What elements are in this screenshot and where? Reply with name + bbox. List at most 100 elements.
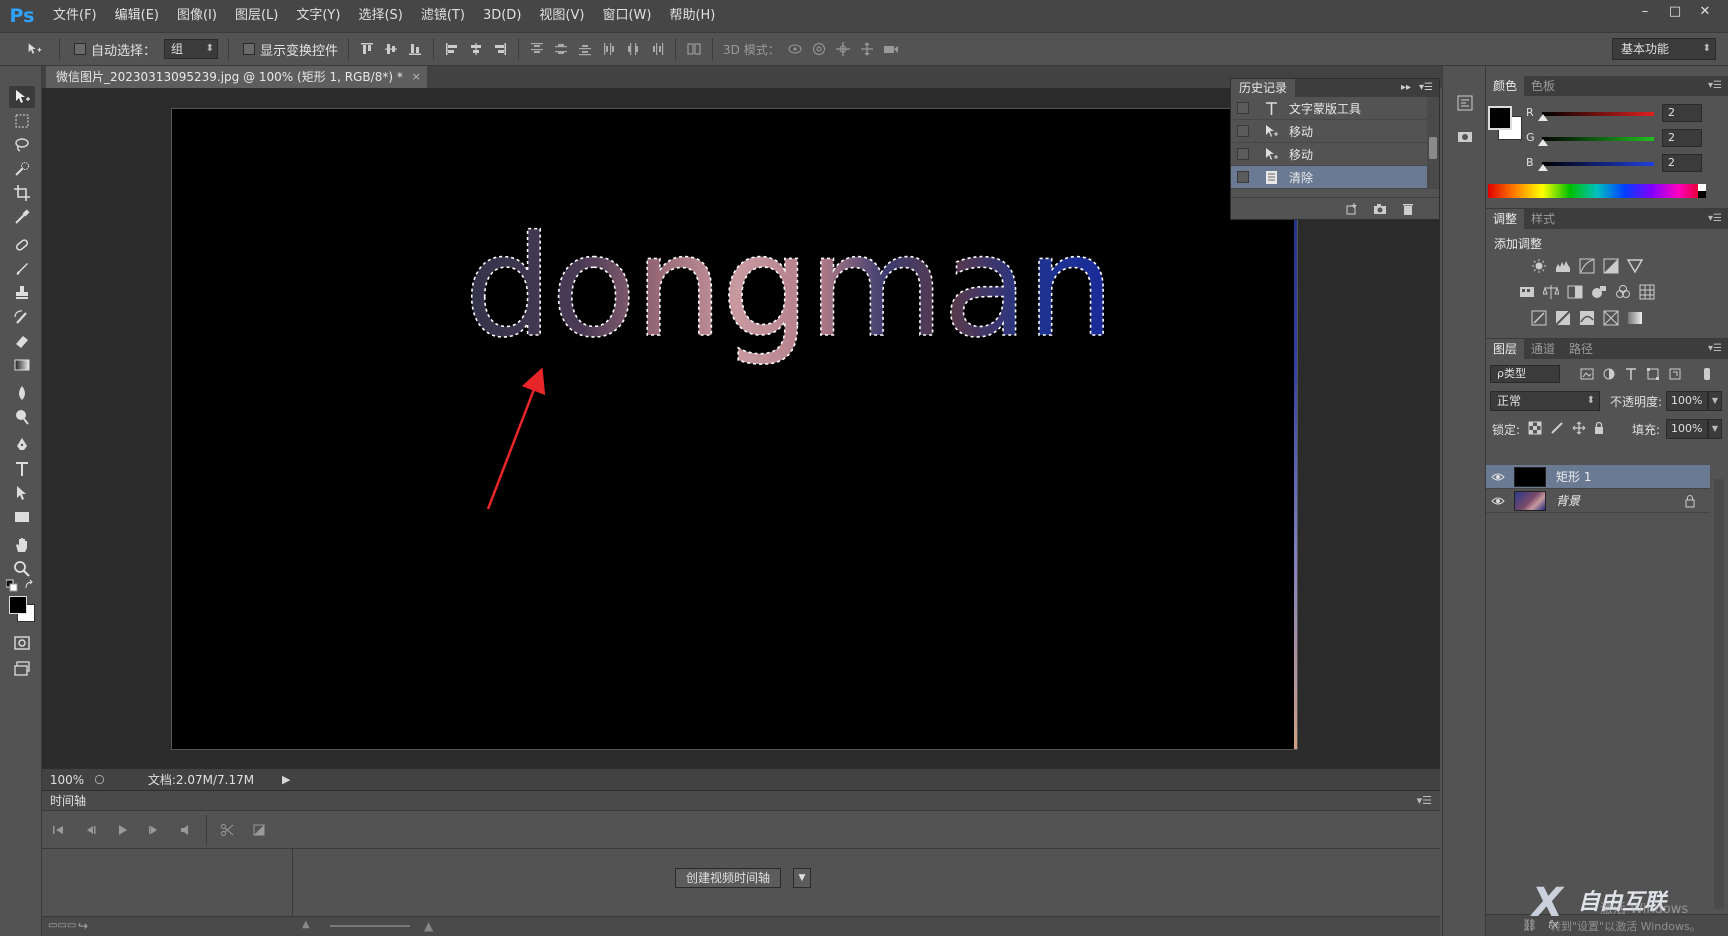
foreground-color-swatch[interactable] <box>9 596 27 614</box>
show-transform-checkbox[interactable] <box>243 43 256 55</box>
auto-select-checkbox[interactable] <box>74 43 86 55</box>
eraser-tool-icon[interactable] <box>9 330 35 352</box>
history-item[interactable]: 移动 <box>1231 143 1439 166</box>
move-tool-preset-icon[interactable] <box>20 40 50 58</box>
exposure-icon[interactable] <box>1602 257 1620 275</box>
go-to-first-frame-icon[interactable] <box>42 815 74 845</box>
tab-channels[interactable]: 通道 <box>1524 339 1562 359</box>
document-canvas[interactable]: dongman <box>171 108 1298 750</box>
history-menu-icon[interactable]: ▾☰ <box>1419 79 1433 97</box>
history-item-selected[interactable]: 清除 <box>1231 166 1439 189</box>
status-menu-arrow-icon[interactable]: ▶ <box>282 773 290 786</box>
clone-stamp-tool-icon[interactable] <box>9 282 35 304</box>
tab-swatches[interactable]: 色板 <box>1524 76 1562 96</box>
document-close-icon[interactable]: × <box>412 66 421 88</box>
pen-tool-icon[interactable] <box>9 434 35 456</box>
dodge-tool-icon[interactable] <box>9 406 35 428</box>
menu-filter[interactable]: 滤镜(T) <box>412 0 474 32</box>
history-scrollbar[interactable] <box>1427 97 1439 189</box>
tab-paths[interactable]: 路径 <box>1562 339 1600 359</box>
type-tool-icon[interactable] <box>9 458 35 480</box>
color-lookup-icon[interactable] <box>1638 283 1656 301</box>
b-value-field[interactable]: 2 <box>1662 154 1702 172</box>
r-channel-slider[interactable]: R 2 <box>1526 104 1726 124</box>
photo-filter-icon[interactable] <box>1590 283 1608 301</box>
close-window-button[interactable]: ✕ <box>1690 0 1720 22</box>
menu-image[interactable]: 图像(I) <box>168 0 226 32</box>
filter-adjustment-icon[interactable] <box>1600 365 1618 383</box>
maximize-button[interactable]: □ <box>1660 0 1690 22</box>
align-right-icon[interactable] <box>491 40 509 58</box>
frames-mode-icon[interactable]: ▭▭▭ <box>48 920 76 931</box>
marquee-tool-icon[interactable] <box>9 110 35 132</box>
posterize-icon[interactable] <box>1554 309 1572 327</box>
document-size-info[interactable]: 文档:2.07M/7.17M <box>126 771 276 788</box>
align-bottom-icon[interactable] <box>406 40 424 58</box>
3d-pan-icon[interactable] <box>834 40 852 58</box>
history-snapshot-checkbox[interactable] <box>1237 102 1249 114</box>
move-tool-icon[interactable] <box>9 86 35 108</box>
quick-mask-icon[interactable] <box>9 632 35 654</box>
collapse-panel-icon[interactable]: ▸▸ <box>1401 79 1411 97</box>
fill-dropdown-icon[interactable]: ▼ <box>1708 419 1722 439</box>
tab-styles[interactable]: 样式 <box>1524 209 1562 229</box>
quick-selection-tool-icon[interactable] <box>9 158 35 180</box>
layer-row-background[interactable]: 背景 <box>1486 489 1710 513</box>
align-vcenter-icon[interactable] <box>382 40 400 58</box>
tab-color[interactable]: 颜色 <box>1486 76 1525 96</box>
distribute-vcenter-icon[interactable] <box>552 40 570 58</box>
menu-layer[interactable]: 图层(L) <box>226 0 287 32</box>
history-tab[interactable]: 历史记录 <box>1231 79 1296 97</box>
align-hcenter-icon[interactable] <box>467 40 485 58</box>
g-slider-track[interactable] <box>1542 137 1654 141</box>
auto-align-icon[interactable] <box>685 40 703 58</box>
distribute-top-icon[interactable] <box>528 40 546 58</box>
lasso-tool-icon[interactable] <box>9 134 35 156</box>
menu-view[interactable]: 视图(V) <box>530 0 593 32</box>
split-at-playhead-icon[interactable] <box>211 815 243 845</box>
filter-type-icon[interactable] <box>1622 365 1640 383</box>
gradient-tool-icon[interactable] <box>9 354 35 376</box>
history-item[interactable]: 移动 <box>1231 120 1439 143</box>
play-icon[interactable] <box>106 815 138 845</box>
color-panel-menu-icon[interactable]: ▾☰ <box>1708 76 1722 96</box>
share-icon[interactable] <box>92 773 106 787</box>
zoom-out-timeline-icon[interactable]: ▲ <box>302 919 310 930</box>
filter-toggle-icon[interactable] <box>1698 365 1716 383</box>
fill-field[interactable]: 100% <box>1666 419 1708 439</box>
hand-tool-icon[interactable] <box>9 534 35 556</box>
lock-pixels-icon[interactable] <box>1548 419 1566 437</box>
r-slider-knob[interactable] <box>1538 114 1548 121</box>
black-white-ramp[interactable] <box>1698 184 1706 198</box>
zoom-in-timeline-icon[interactable]: ▲ <box>424 919 433 933</box>
hue-saturation-icon[interactable] <box>1518 283 1536 301</box>
properties-panel-icon[interactable] <box>1453 126 1477 148</box>
3d-roll-icon[interactable] <box>810 40 828 58</box>
menu-select[interactable]: 选择(S) <box>349 0 411 32</box>
eyedropper-tool-icon[interactable] <box>9 206 35 228</box>
layer-row-rect1[interactable]: 矩形 1 <box>1486 465 1710 489</box>
audio-icon[interactable] <box>170 815 202 845</box>
gradient-map-icon[interactable] <box>1626 309 1644 327</box>
opacity-field[interactable]: 100% <box>1666 391 1708 411</box>
channel-mixer-icon[interactable] <box>1614 283 1632 301</box>
menu-type[interactable]: 文字(Y) <box>287 0 349 32</box>
brush-tool-icon[interactable] <box>9 258 35 280</box>
menu-window[interactable]: 窗口(W) <box>593 0 660 32</box>
history-item[interactable]: 文字蒙版工具 <box>1231 97 1439 120</box>
b-channel-slider[interactable]: B 2 <box>1526 154 1726 174</box>
r-slider-track[interactable] <box>1542 112 1654 116</box>
lock-all-icon[interactable] <box>1590 419 1608 437</box>
opacity-dropdown-icon[interactable]: ▼ <box>1708 391 1722 411</box>
menu-edit[interactable]: 编辑(E) <box>106 0 168 32</box>
healing-brush-tool-icon[interactable] <box>9 234 35 256</box>
screen-mode-icon[interactable] <box>9 658 35 680</box>
visibility-eye-icon[interactable] <box>1486 465 1510 489</box>
filter-smart-object-icon[interactable] <box>1666 365 1684 383</box>
3d-camera-icon[interactable] <box>882 40 900 58</box>
zoom-level[interactable]: 100% <box>42 773 92 787</box>
next-frame-icon[interactable] <box>138 815 170 845</box>
auto-select-dropdown[interactable]: 组 <box>164 39 219 59</box>
selective-color-icon[interactable] <box>1602 309 1620 327</box>
transition-icon[interactable] <box>243 815 275 845</box>
